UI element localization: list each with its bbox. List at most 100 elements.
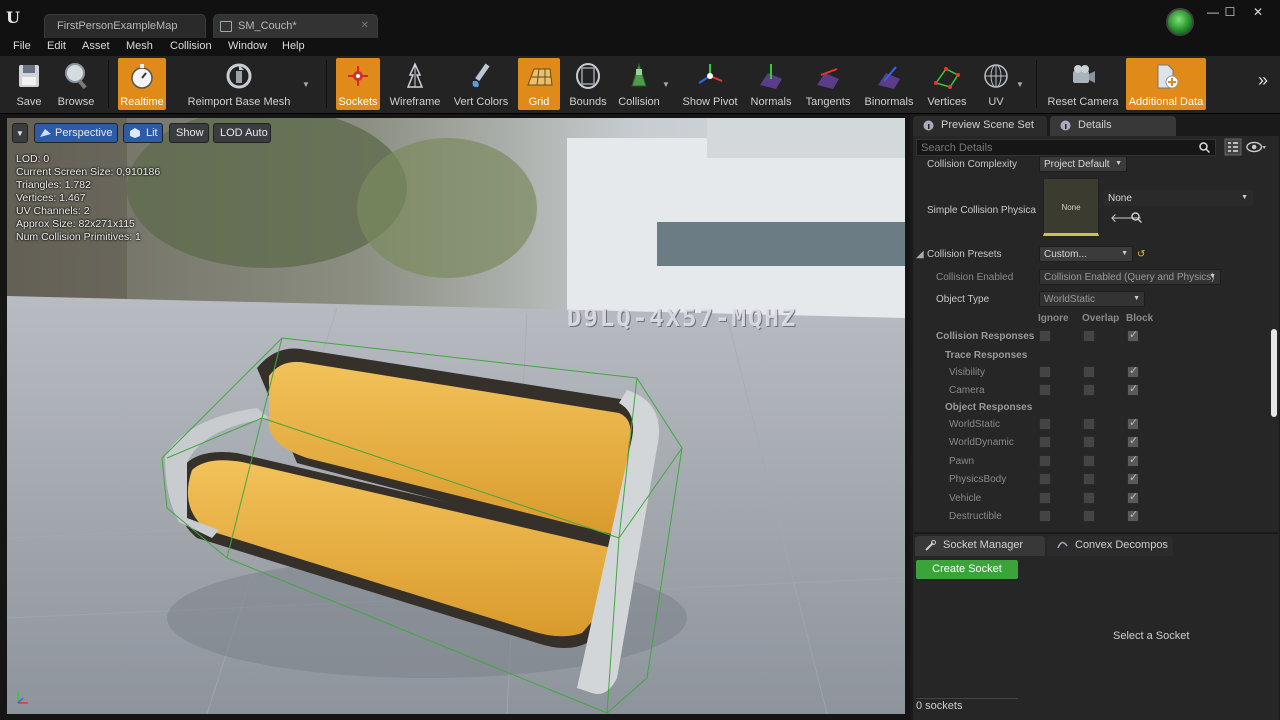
block-checkbox[interactable]	[1127, 364, 1139, 378]
show-pivot-button[interactable]: Show Pivot	[678, 58, 742, 110]
ignore-checkbox[interactable]	[1039, 418, 1051, 430]
collision-dropdown-caret[interactable]: ▼	[662, 80, 670, 89]
ignore-checkbox[interactable]	[1039, 366, 1051, 378]
collision-enabled-select[interactable]: Collision Enabled (Query and Physics)	[1039, 269, 1221, 285]
overlap-checkbox[interactable]	[1083, 384, 1095, 396]
collision-complexity-select[interactable]: Project Default	[1039, 156, 1127, 172]
collision-button[interactable]: Collision	[616, 58, 662, 110]
vert-colors-button[interactable]: Vert Colors	[450, 58, 512, 110]
menu-collision[interactable]: Collision	[170, 40, 212, 52]
simple-collision-thumbnail[interactable]: None	[1043, 178, 1099, 236]
save-button[interactable]: Save	[6, 58, 52, 110]
tab-preview-scene-settings[interactable]: Preview Scene Set	[913, 116, 1047, 136]
show-button[interactable]: Show	[169, 123, 209, 143]
row-collision-responses: Collision Responses	[913, 328, 1265, 346]
collision-presets-select[interactable]: Custom...	[1039, 246, 1133, 262]
lod-button[interactable]: LOD Auto	[213, 123, 271, 143]
menu-window[interactable]: Window	[228, 40, 267, 52]
close-window-button[interactable]: ✕	[1248, 6, 1268, 18]
menu-file[interactable]: File	[13, 40, 31, 52]
block-checkbox[interactable]	[1127, 434, 1139, 448]
ignore-checkbox[interactable]	[1039, 384, 1051, 396]
tab-details[interactable]: Details	[1050, 116, 1176, 136]
ignore-checkbox[interactable]	[1039, 455, 1051, 467]
overlap-all-checkbox[interactable]	[1083, 330, 1095, 342]
perspective-button[interactable]: Perspective	[34, 123, 118, 143]
tab-socket-manager[interactable]: Socket Manager	[915, 536, 1045, 556]
object-type-label: Object Type	[936, 294, 990, 305]
vertices-button[interactable]: Vertices	[922, 58, 972, 110]
toolbar-overflow-button[interactable]: »	[1258, 70, 1268, 91]
overlap-checkbox[interactable]	[1083, 418, 1095, 430]
reimport-base-mesh-button[interactable]: Reimport Base Mesh	[186, 58, 292, 110]
overlap-checkbox[interactable]	[1083, 436, 1095, 448]
response-label: PhysicsBody	[949, 474, 1007, 485]
wireframe-button[interactable]: Wireframe	[388, 58, 442, 110]
tab-convex-decomposition[interactable]: Convex Decompos	[1047, 536, 1173, 556]
reset-to-default-icon[interactable]: ↺	[1137, 249, 1145, 260]
browse-asset-icon[interactable]	[1131, 212, 1142, 223]
object-type-select[interactable]: WorldStatic	[1039, 291, 1145, 307]
row-worldstatic: WorldStatic	[913, 416, 1265, 434]
create-socket-button[interactable]: Create Socket	[916, 560, 1018, 579]
maximize-button[interactable]: ☐	[1220, 6, 1240, 18]
viewport[interactable]: ▼ Perspective Lit Show LOD Auto LOD: 0 C…	[7, 118, 905, 714]
toolbar-separator	[108, 60, 109, 108]
row-camera: Camera	[913, 382, 1265, 400]
overlap-checkbox[interactable]	[1083, 492, 1095, 504]
menu-edit[interactable]: Edit	[47, 40, 66, 52]
ignore-checkbox[interactable]	[1039, 473, 1051, 485]
grid-view-icon[interactable]	[1223, 138, 1243, 156]
unreal-logo-icon[interactable]: U	[6, 8, 26, 28]
reset-camera-button[interactable]: Reset Camera	[1046, 58, 1120, 110]
eye-icon[interactable]	[1246, 138, 1266, 156]
simple-collision-asset-select[interactable]: None	[1103, 190, 1253, 206]
realtime-button[interactable]: Realtime	[118, 58, 166, 110]
binormals-button[interactable]: Binormals	[862, 58, 916, 110]
title-bar: U FirstPersonExampleMap SM_Couch* ✕ — ☐ …	[0, 0, 1280, 38]
block-checkbox[interactable]	[1127, 416, 1139, 430]
close-tab-icon[interactable]: ✕	[361, 20, 369, 31]
overlap-checkbox[interactable]	[1083, 510, 1095, 522]
block-all-checkbox[interactable]	[1127, 328, 1139, 342]
overlap-checkbox[interactable]	[1083, 455, 1095, 467]
expand-presets-icon[interactable]: ◢	[916, 249, 924, 260]
block-checkbox[interactable]	[1127, 508, 1139, 522]
additional-data-button[interactable]: Additional Data	[1126, 58, 1206, 110]
tab-sm-couch[interactable]: SM_Couch* ✕	[213, 14, 378, 38]
overlap-checkbox[interactable]	[1083, 473, 1095, 485]
response-label: Visibility	[949, 367, 985, 378]
uv-dropdown-caret[interactable]: ▼	[1016, 80, 1024, 89]
object-responses-label: Object Responses	[945, 402, 1033, 413]
menu-mesh[interactable]: Mesh	[126, 40, 153, 52]
row-collision-presets: ◢ Collision Presets Custom... ↺	[913, 246, 1265, 264]
ignore-checkbox[interactable]	[1039, 510, 1051, 522]
menu-help[interactable]: Help	[282, 40, 305, 52]
block-checkbox[interactable]	[1127, 453, 1139, 467]
block-checkbox[interactable]	[1127, 382, 1139, 396]
menu-asset[interactable]: Asset	[82, 40, 110, 52]
normals-button[interactable]: Normals	[746, 58, 796, 110]
ignore-checkbox[interactable]	[1039, 492, 1051, 504]
sockets-button[interactable]: Sockets	[336, 58, 380, 110]
browse-button[interactable]: Browse	[54, 58, 98, 110]
bounds-button[interactable]: Bounds	[566, 58, 610, 110]
ignore-all-checkbox[interactable]	[1039, 330, 1051, 342]
lit-button[interactable]: Lit	[123, 123, 163, 143]
tangents-button[interactable]: Tangents	[802, 58, 854, 110]
viewport-options-button[interactable]: ▼	[12, 123, 28, 143]
sockets-icon	[348, 66, 368, 86]
search-details-input[interactable]: Search Details	[916, 139, 1216, 156]
tab-first-person-map[interactable]: FirstPersonExampleMap	[44, 14, 206, 38]
uv-button[interactable]: UV	[976, 58, 1016, 110]
source-control-badge-icon[interactable]	[1166, 8, 1194, 36]
uv-icon	[984, 64, 1008, 88]
block-checkbox[interactable]	[1127, 490, 1139, 504]
details-scrollbar[interactable]	[1271, 329, 1277, 417]
overlap-checkbox[interactable]	[1083, 366, 1095, 378]
grid-button[interactable]: Grid	[518, 58, 560, 110]
block-checkbox[interactable]	[1127, 471, 1139, 485]
ignore-checkbox[interactable]	[1039, 436, 1051, 448]
reimport-dropdown-caret[interactable]: ▼	[302, 80, 310, 89]
perspective-label: Perspective	[55, 127, 113, 139]
